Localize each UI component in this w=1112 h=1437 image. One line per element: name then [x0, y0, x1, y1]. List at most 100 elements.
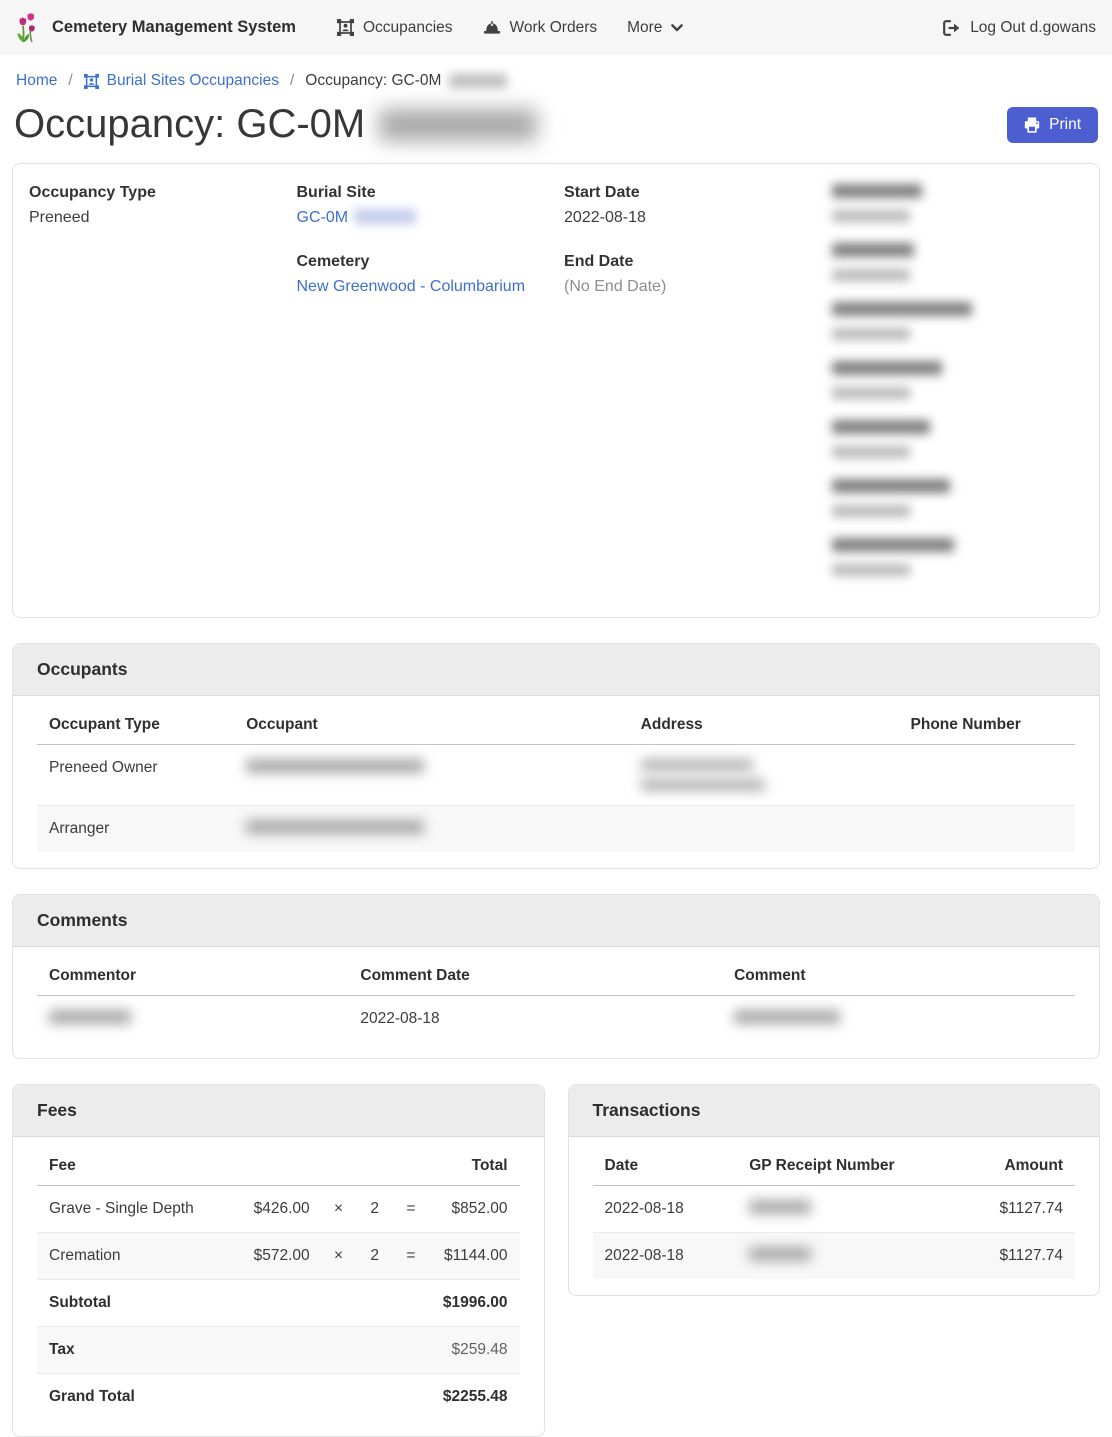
logout-button[interactable]: Log Out d.gowans [943, 19, 1096, 37]
table-row: 2022-08-18 [37, 996, 1075, 1043]
redacted-field-label [832, 361, 942, 375]
logout-label: Log Out d.gowans [970, 19, 1096, 37]
redacted-receipt-number [749, 1200, 811, 1214]
occupant-type-cell: Preneed Owner [37, 745, 234, 806]
print-button[interactable]: Print [1007, 107, 1098, 143]
occupancy-type-value: Preneed [29, 209, 297, 227]
breadcrumb-current-label: Occupancy: GC-0M [305, 72, 441, 90]
occupants-col-phone: Phone Number [899, 700, 1075, 745]
occupant-type-cell: Arranger [37, 806, 234, 853]
details-column-2: Burial Site GC-0M Cemetery New Greenwood… [297, 184, 565, 597]
occupants-col-type: Occupant Type [37, 700, 234, 745]
brand[interactable]: Cemetery Management System [16, 13, 296, 43]
comments-col-date: Comment Date [348, 951, 722, 996]
breadcrumb-separator: / [68, 72, 72, 90]
hardhat-icon [483, 20, 501, 35]
occupants-col-address: Address [629, 700, 899, 745]
nav-item-more[interactable]: More [627, 19, 683, 37]
occupants-col-occupant: Occupant [234, 700, 628, 745]
redacted-field-label [832, 420, 930, 434]
start-date-value: 2022-08-18 [564, 209, 832, 227]
tax-label: Tax [37, 1327, 240, 1374]
redacted-field-value [832, 328, 910, 340]
table-row: Cremation $572.00 × 2 = $1144.00 [37, 1233, 520, 1280]
redacted-address-line [641, 759, 753, 771]
redacted-field-value [832, 446, 910, 458]
redacted-field-label [832, 302, 972, 316]
bottom-row: Fees Fee Total Grave - Single Depth $426… [12, 1084, 1100, 1437]
table-row: 2022-08-18 $1127.74 [593, 1233, 1076, 1280]
fees-title: Fees [13, 1085, 544, 1137]
fee-name: Grave - Single Depth [37, 1186, 240, 1233]
fee-total: $1144.00 [428, 1233, 520, 1280]
transactions-title: Transactions [569, 1085, 1100, 1137]
breadcrumb-separator: / [290, 72, 294, 90]
occupants-table: Occupant Type Occupant Address Phone Num… [37, 700, 1075, 852]
breadcrumb-burial-sites-occupancies[interactable]: Burial Sites Occupancies [84, 72, 279, 90]
comments-col-comment: Comment [722, 951, 1075, 996]
redacted-field-value [832, 505, 910, 517]
cemetery-label: Cemetery [297, 253, 565, 271]
redacted-field-value [832, 210, 910, 222]
tombstone-icon [337, 19, 354, 36]
fees-col-total: Total [428, 1141, 520, 1186]
fee-qty: 2 [355, 1233, 394, 1280]
transactions-section: Transactions Date GP Receipt Number Amou… [568, 1084, 1101, 1296]
nav-item-work-orders[interactable]: Work Orders [483, 19, 598, 37]
redacted-comment [734, 1010, 840, 1024]
nav-item-occupancies[interactable]: Occupancies [337, 19, 453, 37]
fee-price: $426.00 [240, 1186, 322, 1233]
table-row: Preneed Owner [37, 745, 1075, 806]
breadcrumb: Home / Burial Sites Occupancies / Occupa… [0, 55, 1112, 96]
comments-table: Commentor Comment Date Comment 2022-08-1… [37, 951, 1075, 1042]
occupant-phone-cell [899, 745, 1075, 806]
transactions-col-amount: Amount [954, 1141, 1075, 1186]
fee-equals: = [394, 1186, 428, 1233]
fees-table: Fee Total Grave - Single Depth $426.00 ×… [37, 1141, 520, 1420]
navbar: Cemetery Management System Occupancies [0, 0, 1112, 55]
table-row: Grand Total $2255.48 [37, 1374, 520, 1421]
nav-item-label: Work Orders [510, 19, 598, 37]
chevron-down-icon [671, 24, 683, 32]
comments-col-commentor: Commentor [37, 951, 348, 996]
nav-item-label: More [627, 19, 662, 37]
transaction-amount: $1127.74 [954, 1186, 1075, 1233]
end-date-label: End Date [564, 253, 832, 271]
end-date-value: (No End Date) [564, 278, 832, 296]
occupancy-details-card: Occupancy Type Preneed Burial Site GC-0M… [12, 163, 1100, 618]
redacted-field-value [832, 564, 910, 576]
subtotal-label: Subtotal [37, 1280, 240, 1327]
fee-equals: = [394, 1233, 428, 1280]
table-row: Grave - Single Depth $426.00 × 2 = $852.… [37, 1186, 520, 1233]
fees-col-fee: Fee [37, 1141, 240, 1186]
grand-total-value: $2255.48 [428, 1374, 520, 1421]
fee-qty: 2 [355, 1186, 394, 1233]
redacted-text [354, 209, 416, 224]
subtotal-value: $1996.00 [428, 1280, 520, 1327]
details-column-3: Start Date 2022-08-18 End Date (No End D… [564, 184, 832, 597]
page-title: Occupancy: GC-0M [14, 102, 537, 147]
page-title-text: Occupancy: GC-0M [14, 102, 365, 147]
burial-site-link[interactable]: GC-0M [297, 209, 349, 226]
transactions-col-receipt: GP Receipt Number [737, 1141, 954, 1186]
breadcrumb-home[interactable]: Home [16, 72, 57, 90]
redacted-field-value [832, 387, 910, 399]
logout-icon [943, 20, 961, 36]
occupancy-type-label: Occupancy Type [29, 184, 297, 202]
redacted-field-label [832, 243, 914, 257]
app-title: Cemetery Management System [52, 18, 296, 37]
occupant-phone-cell [899, 806, 1075, 853]
comment-date-cell: 2022-08-18 [348, 996, 722, 1043]
fees-section: Fees Fee Total Grave - Single Depth $426… [12, 1084, 545, 1437]
redacted-field-label [832, 538, 954, 552]
cemetery-link[interactable]: New Greenwood - Columbarium [297, 278, 526, 295]
burial-site-label: Burial Site [297, 184, 565, 202]
comments-title: Comments [13, 895, 1099, 947]
transaction-date: 2022-08-18 [593, 1233, 738, 1280]
fee-name: Cremation [37, 1233, 240, 1280]
redacted-occupant-name [246, 759, 424, 773]
table-row: Arranger [37, 806, 1075, 853]
occupants-section: Occupants Occupant Type Occupant Address… [12, 643, 1100, 869]
fee-times: × [322, 1233, 356, 1280]
redacted-commentor [49, 1010, 131, 1024]
